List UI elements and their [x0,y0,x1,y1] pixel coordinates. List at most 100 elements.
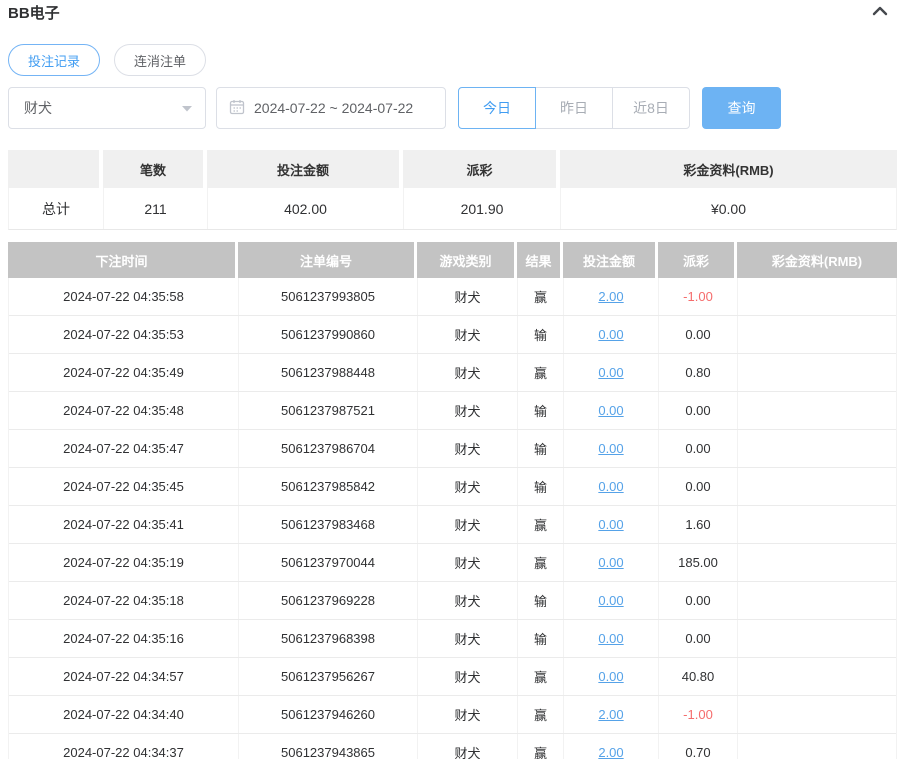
tab-label: 连消注单 [134,53,187,69]
bet-amount-link[interactable]: 2.00 [598,707,623,722]
cell-bet-amount: 0.00 [564,392,659,429]
cell-jackpot [738,430,896,467]
table-row: 2024-07-22 04:34:37 5061237943865 财犬 赢 2… [9,734,896,759]
cell-payout: 0.80 [659,354,738,391]
last-8-days-button[interactable]: 近8日 [612,87,690,129]
filter-bar: 财犬 2024-07-22 ~ 2024-07-22 今日 昨日 近8日 查询 [8,87,905,129]
cell-game-type: 财犬 [418,658,518,695]
cell-jackpot [738,582,896,619]
cell-result: 赢 [518,278,564,315]
cell-result: 赢 [518,658,564,695]
cell-bet-time: 2024-07-22 04:34:57 [9,658,239,695]
cell-order-number: 5061237968398 [239,620,418,657]
cell-jackpot [738,316,896,353]
cell-order-number: 5061237983468 [239,506,418,543]
header-jackpot: 彩金资料(RMB) [737,242,897,278]
search-button[interactable]: 查询 [702,87,781,129]
cell-bet-amount: 0.00 [564,430,659,467]
cell-bet-amount: 2.00 [564,278,659,315]
bet-amount-link[interactable]: 0.00 [598,631,623,646]
cell-game-type: 财犬 [418,620,518,657]
calendar-icon [229,99,245,118]
bet-amount-link[interactable]: 2.00 [598,745,623,759]
bet-amount-link[interactable]: 0.00 [598,479,623,494]
cell-order-number: 5061237943865 [239,734,418,759]
table-row: 2024-07-22 04:35:19 5061237970044 财犬 赢 0… [9,544,896,582]
bet-amount-link[interactable]: 0.00 [598,555,623,570]
tab-bet-records[interactable]: 投注记录 [8,44,101,76]
cell-order-number: 5061237956267 [239,658,418,695]
table-row: 2024-07-22 04:35:18 5061237969228 财犬 输 0… [9,582,896,620]
cell-game-type: 财犬 [418,734,518,759]
cell-bet-time: 2024-07-22 04:34:37 [9,734,239,759]
cell-bet-amount: 0.00 [564,582,659,619]
header-payout: 派彩 [658,242,737,278]
quick-date-button-group: 今日 昨日 近8日 [458,87,690,129]
header-bet-amount: 投注金额 [563,242,658,278]
bet-amount-link[interactable]: 0.00 [598,365,623,380]
cell-bet-amount: 0.00 [564,658,659,695]
chevron-up-icon [871,4,889,23]
cell-result: 输 [518,620,564,657]
header-game-type: 游戏类别 [417,242,517,278]
yesterday-button[interactable]: 昨日 [535,87,613,129]
cell-game-type: 财犬 [418,316,518,353]
bets-table-header: 下注时间 注单编号 游戏类别 结果 投注金额 派彩 彩金资料(RMB) [8,242,897,278]
cell-jackpot [738,278,896,315]
cell-bet-time: 2024-07-22 04:35:48 [9,392,239,429]
cell-bet-time: 2024-07-22 04:35:16 [9,620,239,657]
summary-header-payout: 派彩 [403,150,560,188]
bet-amount-link[interactable]: 0.00 [598,403,623,418]
bet-records-panel: BB电子 投注记录 连消注单 财犬 2024-07-22 ~ 2024-07-2… [0,0,905,759]
today-button-label: 今日 [483,100,511,116]
cell-bet-time: 2024-07-22 04:35:58 [9,278,239,315]
summary-total-payout: 201.90 [404,188,561,229]
cell-payout: 0.00 [659,468,738,505]
table-row: 2024-07-22 04:34:40 5061237946260 财犬 赢 2… [9,696,896,734]
bet-amount-link[interactable]: 2.00 [598,289,623,304]
bet-amount-link[interactable]: 0.00 [598,327,623,342]
summary-total-label: 总计 [9,188,104,229]
bet-amount-link[interactable]: 0.00 [598,441,623,456]
cell-result: 赢 [518,734,564,759]
cell-jackpot [738,696,896,733]
summary-total-jackpot: ¥0.00 [710,200,747,217]
bet-amount-link[interactable]: 0.00 [598,669,623,684]
table-row: 2024-07-22 04:35:16 5061237968398 财犬 输 0… [9,620,896,658]
bet-amount-link[interactable]: 0.00 [598,593,623,608]
cell-jackpot [738,544,896,581]
cell-game-type: 财犬 [418,354,518,391]
cell-order-number: 5061237970044 [239,544,418,581]
header-order-number: 注单编号 [238,242,417,278]
header-bet-time: 下注时间 [8,242,238,278]
table-row: 2024-07-22 04:35:58 5061237993805 财犬 赢 2… [9,278,896,316]
cell-game-type: 财犬 [418,582,518,619]
tab-cancelled-orders[interactable]: 连消注单 [114,44,207,76]
cell-game-type: 财犬 [418,392,518,429]
cell-result: 输 [518,582,564,619]
cell-bet-time: 2024-07-22 04:34:40 [9,696,239,733]
search-button-label: 查询 [727,100,756,116]
cell-bet-amount: 0.00 [564,354,659,391]
cell-bet-amount: 2.00 [564,734,659,759]
cell-result: 赢 [518,506,564,543]
today-button[interactable]: 今日 [458,87,536,129]
cell-jackpot [738,506,896,543]
bets-table-body: 2024-07-22 04:35:58 5061237993805 财犬 赢 2… [8,278,897,759]
cell-payout: 0.00 [659,392,738,429]
cell-bet-time: 2024-07-22 04:35:49 [9,354,239,391]
bet-amount-link[interactable]: 0.00 [598,517,623,532]
page-title: BB电子 [8,5,60,22]
date-range-value: 2024-07-22 ~ 2024-07-22 [254,100,414,116]
summary-total-count: 211 [104,188,208,229]
chevron-down-icon [181,100,193,116]
bets-table: 下注时间 注单编号 游戏类别 结果 投注金额 派彩 彩金资料(RMB) 2024… [8,242,897,759]
cell-order-number: 5061237969228 [239,582,418,619]
cell-jackpot [738,392,896,429]
date-range-picker[interactable]: 2024-07-22 ~ 2024-07-22 [216,87,446,129]
cell-bet-amount: 0.00 [564,620,659,657]
cell-result: 输 [518,468,564,505]
game-select[interactable]: 财犬 [8,87,206,129]
collapse-button[interactable] [869,4,891,22]
cell-bet-time: 2024-07-22 04:35:45 [9,468,239,505]
